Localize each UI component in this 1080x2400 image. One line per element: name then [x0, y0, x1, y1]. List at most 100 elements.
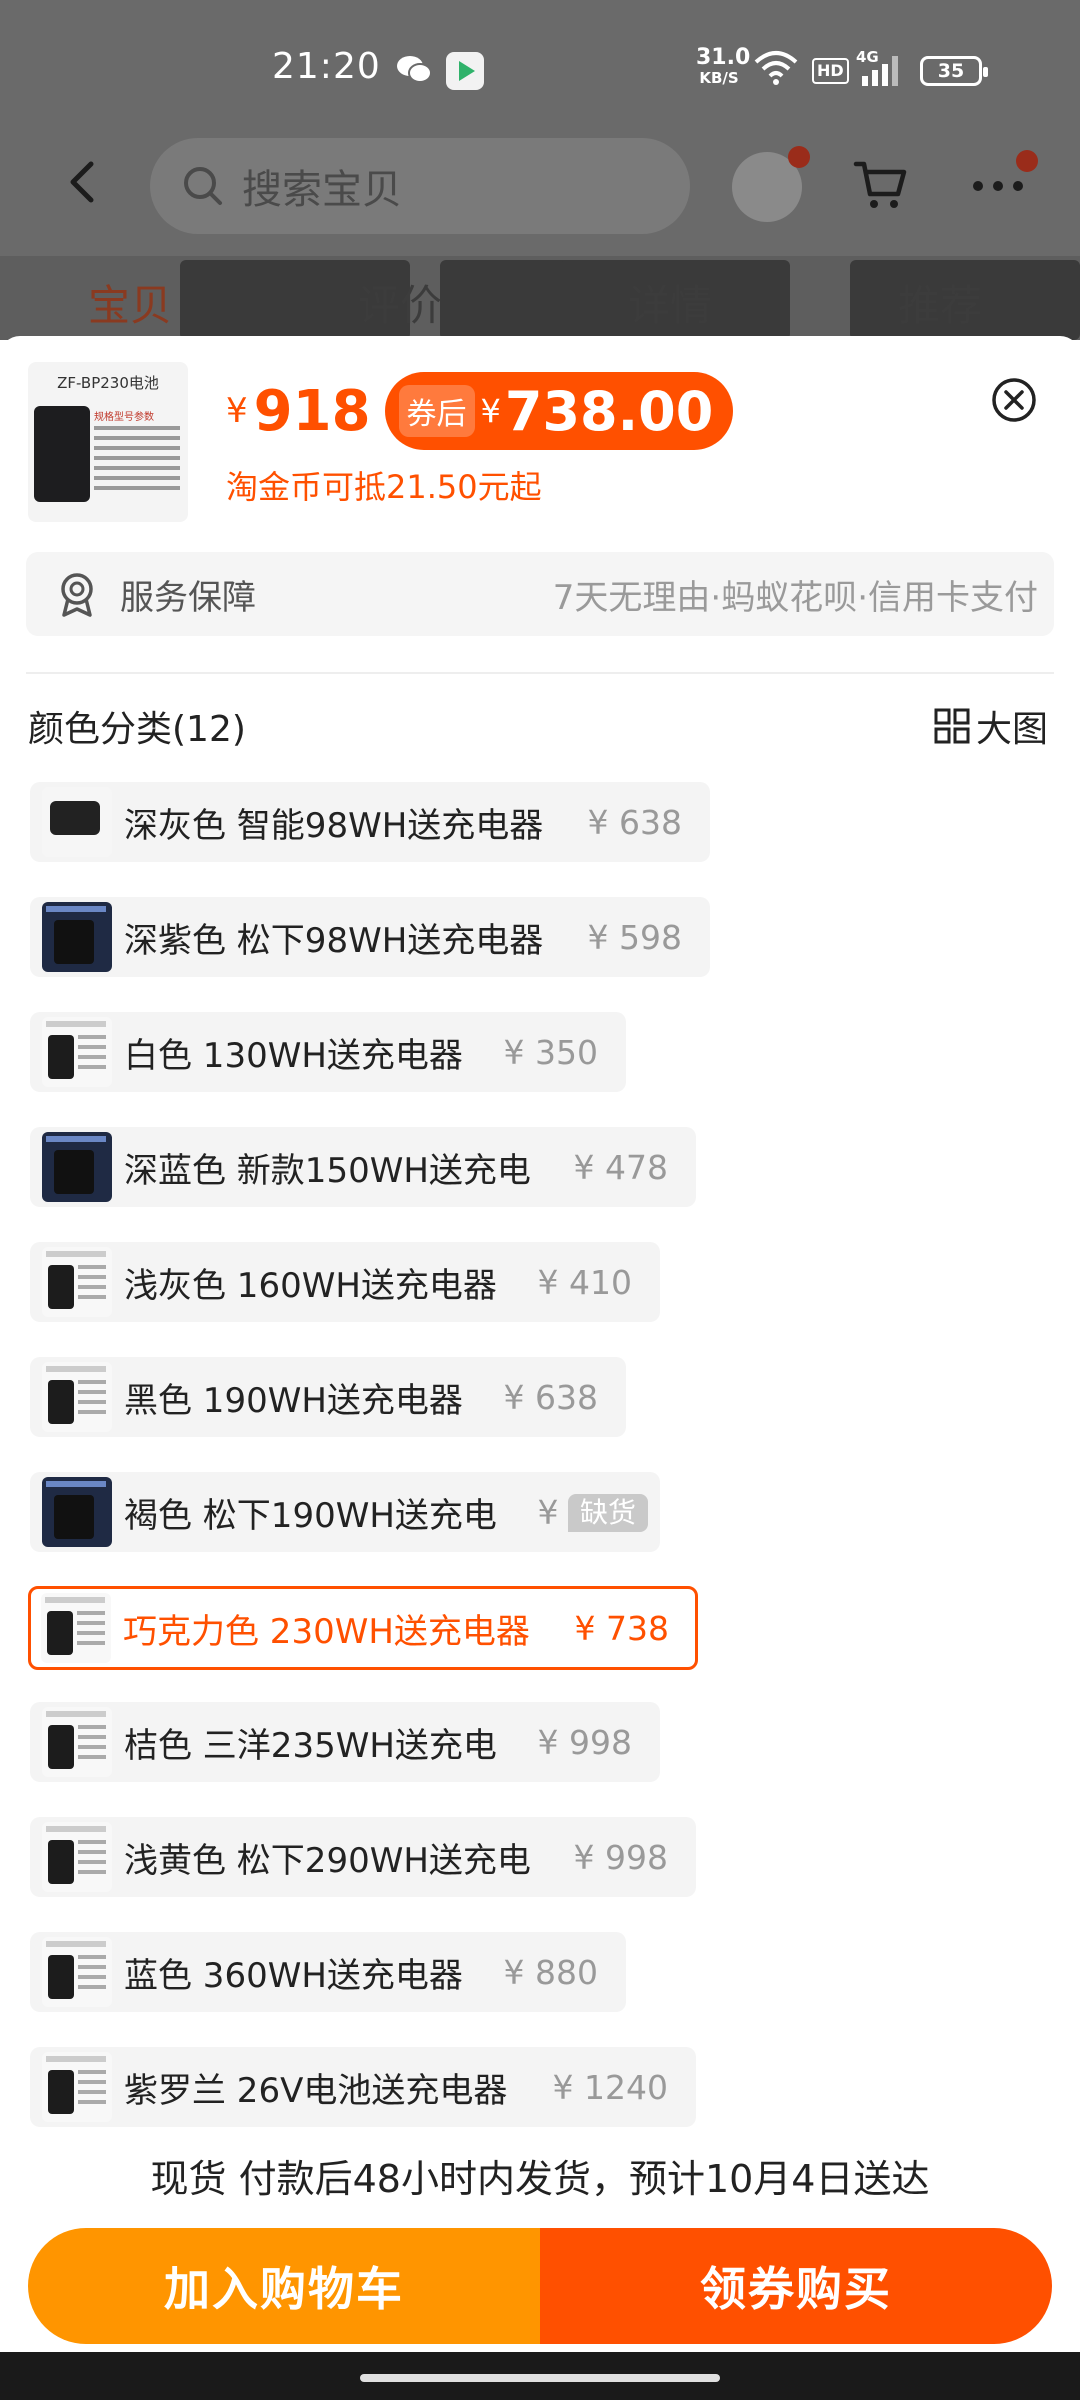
top-nav-bar: 搜索宝贝 — [0, 112, 1080, 256]
option-label: 深灰色 智能98WH送充电器 — [124, 805, 544, 846]
wifi-icon — [752, 48, 800, 90]
category-title: 颜色分类(12) — [28, 709, 246, 750]
sku-option[interactable]: 浅黄色 松下290WH送充电 ¥ 998 — [30, 1817, 696, 1897]
sku-option[interactable]: 深灰色 智能98WH送充电器 ¥ 638 — [30, 782, 710, 862]
sku-option[interactable]: 桔色 三洋235WH送充电 ¥ 998 — [30, 1702, 660, 1782]
sku-option[interactable]: 黑色 190WH送充电器 ¥ 638 — [30, 1357, 626, 1437]
grid-icon — [934, 708, 970, 744]
option-thumbnail — [42, 1017, 112, 1087]
coupon-tag: 券后 — [398, 385, 475, 437]
out-of-stock-badge: 缺货 — [568, 1494, 648, 1532]
option-thumbnail — [42, 1362, 112, 1432]
more-button[interactable] — [968, 150, 1038, 216]
option-price: ¥ 478 — [573, 1147, 668, 1187]
sku-option[interactable]: 蓝色 360WH送充电器 ¥ 880 — [30, 1932, 626, 2012]
thumbnail-subtitle: 规格型号参数 — [94, 412, 154, 423]
option-label: 浅黄色 松下290WH送充电 — [124, 1840, 531, 1881]
status-bar: 21:20 31.0 KB/S HD 4G 35 — [0, 0, 1080, 112]
video-app-icon — [446, 52, 484, 90]
big-image-toggle[interactable]: 大图 — [934, 700, 1048, 752]
option-label: 桔色 三洋235WH送充电 — [124, 1725, 497, 1766]
option-thumbnail — [42, 1707, 112, 1777]
notification-dot — [788, 146, 810, 168]
add-to-cart-button[interactable]: 加入购物车 — [28, 2228, 540, 2344]
badge-icon — [61, 573, 93, 617]
sku-option-selected[interactable]: 巧克力色 230WH送充电器 ¥ 738 — [28, 1586, 698, 1670]
hd-icon: HD — [812, 58, 849, 84]
option-thumbnail — [42, 787, 112, 857]
divider — [26, 672, 1054, 674]
option-price: ¥ 1240 — [552, 2067, 668, 2107]
tab-recommend[interactable]: 推荐 — [898, 272, 982, 333]
tab-baobei[interactable]: 宝贝 — [88, 272, 172, 333]
option-price: ¥ 998 — [537, 1722, 632, 1762]
sku-option[interactable]: 深紫色 松下98WH送充电器 ¥ 598 — [30, 897, 710, 977]
assistant-avatar-button[interactable] — [732, 146, 810, 222]
product-thumbnail[interactable]: ZF-BP230电池 规格型号参数 — [28, 362, 188, 522]
sku-option[interactable]: 白色 130WH送充电器 ¥ 350 — [30, 1012, 626, 1092]
purchase-bar: 加入购物车 领券购买 — [28, 2228, 1052, 2344]
close-button[interactable] — [990, 376, 1038, 424]
coupon-price-pill: 券后 ¥ 738.00 — [384, 372, 734, 450]
option-price: ¥ 880 — [503, 1952, 598, 1992]
big-image-label: 大图 — [975, 709, 1048, 750]
battery-image — [34, 406, 90, 502]
option-thumbnail — [42, 1477, 112, 1547]
option-price: ¥ 638 — [587, 802, 682, 842]
search-input[interactable]: 搜索宝贝 — [150, 138, 690, 234]
chevron-left-icon — [70, 161, 94, 203]
sku-option[interactable]: 浅灰色 160WH送充电器 ¥ 410 — [30, 1242, 660, 1322]
system-nav-bar — [0, 2352, 1080, 2400]
tab-reviews[interactable]: 评价 — [358, 272, 442, 333]
thumbnail-spec-lines — [94, 426, 180, 496]
cart-button[interactable] — [852, 156, 908, 216]
sku-option[interactable]: 深蓝色 新款150WH送充电 ¥ 478 — [30, 1127, 696, 1207]
currency-symbol: ¥ — [226, 391, 248, 431]
original-price: 918 — [253, 378, 371, 444]
option-label: 白色 130WH送充电器 — [124, 1035, 463, 1076]
service-guarantee-bar[interactable]: 服务保障 7天无理由·蚂蚁花呗·信用卡支付 — [26, 552, 1054, 636]
price-row: ¥ 918 券后 ¥ 738.00 — [226, 372, 734, 450]
coupon-price: 738.00 — [504, 379, 714, 443]
option-price: ¥ 738 — [574, 1608, 669, 1648]
option-thumbnail — [42, 1822, 112, 1892]
option-label: 黑色 190WH送充电器 — [124, 1380, 463, 1421]
option-label: 深紫色 松下98WH送充电器 — [124, 920, 544, 961]
sku-option[interactable]: 褐色 松下190WH送充电 ¥ 738 — [30, 1472, 660, 1552]
wechat-icon — [396, 54, 432, 88]
option-label: 紫罗兰 26V电池送充电器 — [124, 2070, 508, 2111]
battery-indicator: 35 — [920, 56, 988, 86]
notification-dot — [1016, 150, 1038, 172]
thumbnail-title: ZF-BP230电池 — [57, 374, 159, 392]
option-price: ¥ 598 — [587, 917, 682, 957]
svg-text:4G: 4G — [856, 48, 879, 66]
option-label: 巧克力色 230WH送充电器 — [123, 1611, 530, 1652]
home-indicator[interactable] — [360, 2374, 720, 2382]
background-tabs: 宝贝 评价 详情 推荐 — [0, 256, 1080, 340]
search-icon — [184, 167, 222, 205]
option-price: ¥ 998 — [573, 1837, 668, 1877]
tab-details[interactable]: 详情 — [628, 272, 712, 333]
option-price: ¥ 410 — [537, 1262, 632, 1302]
taojinbi-discount: 淘金币可抵21.50元起 — [226, 468, 542, 506]
option-label: 蓝色 360WH送充电器 — [124, 1955, 463, 1996]
back-button[interactable] — [52, 152, 112, 212]
option-label: 褐色 松下190WH送充电 — [124, 1495, 497, 1536]
signal-icon: 4G — [856, 48, 906, 92]
option-price: ¥ 350 — [503, 1032, 598, 1072]
delivery-info: 现货 付款后48小时内发货，预计10月4日送达 — [150, 2157, 930, 2201]
option-thumbnail — [42, 902, 112, 972]
option-thumbnail — [42, 1132, 112, 1202]
option-label: 深蓝色 新款150WH送充电 — [124, 1150, 531, 1191]
coupon-currency: ¥ — [480, 392, 501, 430]
status-time: 21:20 — [272, 46, 381, 87]
search-placeholder: 搜索宝贝 — [242, 167, 402, 213]
cart-icon — [853, 161, 907, 208]
coupon-buy-button[interactable]: 领券购买 — [540, 2228, 1052, 2344]
option-thumbnail — [42, 2052, 112, 2122]
option-price: ¥ 638 — [503, 1377, 598, 1417]
service-label: 服务保障 — [120, 577, 256, 618]
sku-option[interactable]: 紫罗兰 26V电池送充电器 ¥ 1240 — [30, 2047, 696, 2127]
option-thumbnail — [41, 1593, 111, 1663]
network-speed: 31.0 KB/S — [696, 45, 751, 88]
